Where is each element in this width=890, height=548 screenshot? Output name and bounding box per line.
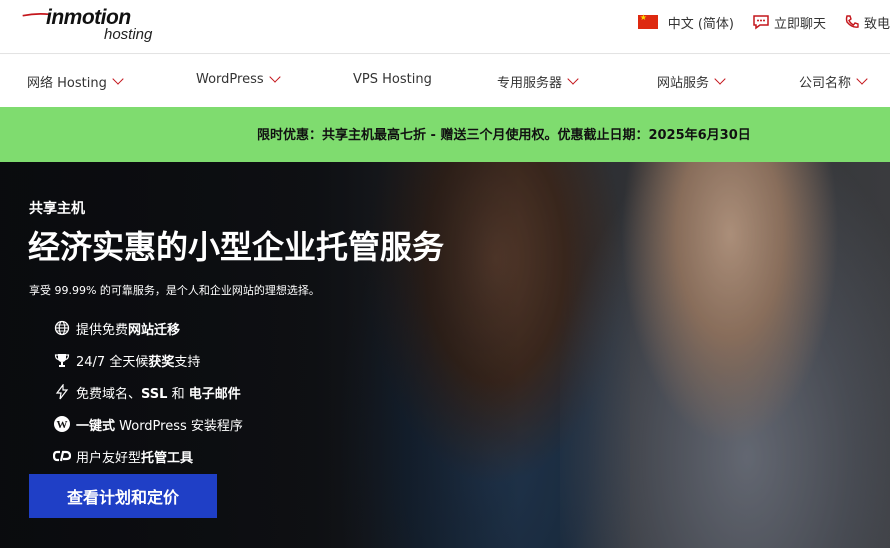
- nav-item-web-hosting[interactable]: 网络 Hosting: [27, 72, 124, 91]
- view-plans-button[interactable]: 查看计划和定价: [29, 474, 217, 518]
- feature-item: 24/7 全天候获奖支持: [52, 344, 243, 376]
- chevron-down-icon: [714, 73, 726, 85]
- nav-item-company[interactable]: 公司名称: [799, 72, 868, 91]
- hero-eyebrow: 共享主机: [29, 201, 85, 217]
- chevron-down-icon: [268, 71, 281, 83]
- chat-link[interactable]: 立即聊天: [752, 13, 826, 32]
- nav-item-label: VPS Hosting: [353, 72, 432, 87]
- promo-banner[interactable]: 限时优惠：共享主机最高七折 - 赠送三个月使用权。优惠截止日期：2025年6月3…: [0, 107, 890, 162]
- hero-section: 共享主机 经济实惠的小型企业托管服务 享受 99.99% 的可靠服务，是个人和企…: [0, 162, 890, 548]
- chat-icon: [753, 15, 769, 30]
- feature-text: 提供免费网站迁移: [76, 322, 181, 338]
- language-selector[interactable]: 中文 (简体): [668, 13, 734, 32]
- main-nav: 网络 Hosting WordPress VPS Hosting 专用服务器 网…: [0, 55, 890, 107]
- svg-text:W: W: [57, 419, 68, 431]
- feature-item: 用户友好型托管工具: [52, 440, 243, 472]
- feature-text: 24/7 全天候获奖支持: [76, 354, 201, 370]
- nav-item-label: 网络 Hosting: [27, 76, 107, 91]
- nav-item-dedicated-servers[interactable]: 专用服务器: [497, 72, 579, 91]
- chevron-down-icon: [567, 73, 579, 85]
- trophy-icon: [52, 350, 72, 370]
- feature-item: 免费域名、SSL 和 电子邮件: [52, 376, 243, 408]
- cpanel-icon: [52, 446, 72, 466]
- nav-item-label: 网站服务: [657, 76, 710, 91]
- chevron-down-icon: [856, 73, 868, 85]
- wordpress-icon: W: [52, 414, 72, 434]
- chevron-down-icon: [112, 73, 124, 85]
- nav-item-wordpress[interactable]: WordPress: [196, 71, 281, 87]
- top-bar: inmotion hosting 中文 (简体) 立即聊天 致电: [0, 0, 890, 54]
- hero-tagline: 享受 99.99% 的可靠服务，是个人和企业网站的理想选择。: [29, 284, 320, 297]
- phone-link[interactable]: 致电: [844, 13, 890, 32]
- hero-headline: 经济实惠的小型企业托管服务: [28, 228, 445, 266]
- nav-item-website-services[interactable]: 网站服务: [657, 72, 726, 91]
- promo-text: 限时优惠：共享主机最高七折 - 赠送三个月使用权。优惠截止日期：2025年6月3…: [257, 128, 751, 143]
- globe-icon: [52, 318, 72, 338]
- feature-text: 用户友好型托管工具: [76, 450, 194, 466]
- lightning-icon: [52, 382, 72, 402]
- nav-item-vps-hosting[interactable]: VPS Hosting: [353, 72, 432, 87]
- logo-sub: hosting: [104, 26, 153, 43]
- logo[interactable]: inmotion hosting: [16, 4, 166, 44]
- nav-item-label: 专用服务器: [497, 76, 563, 91]
- nav-item-label: 公司名称: [799, 76, 852, 91]
- feature-list: 提供免费网站迁移 24/7 全天候获奖支持 免费域名、SSL 和 电子邮件 W …: [52, 312, 243, 472]
- chat-label: 立即聊天: [773, 16, 826, 32]
- feature-item: W 一键式 WordPress 安装程序: [52, 408, 243, 440]
- nav-item-label: WordPress: [196, 72, 264, 87]
- phone-icon: [845, 15, 859, 28]
- feature-text: 一键式 WordPress 安装程序: [76, 418, 243, 434]
- phone-label: 致电: [863, 16, 890, 32]
- hero-photo-person-right: [560, 162, 890, 548]
- feature-text: 免费域名、SSL 和 电子邮件: [76, 386, 241, 402]
- top-utility-links: 中文 (简体) 立即聊天 致电: [637, 10, 890, 34]
- china-flag-icon: [637, 13, 658, 29]
- feature-item: 提供免费网站迁移: [52, 312, 243, 344]
